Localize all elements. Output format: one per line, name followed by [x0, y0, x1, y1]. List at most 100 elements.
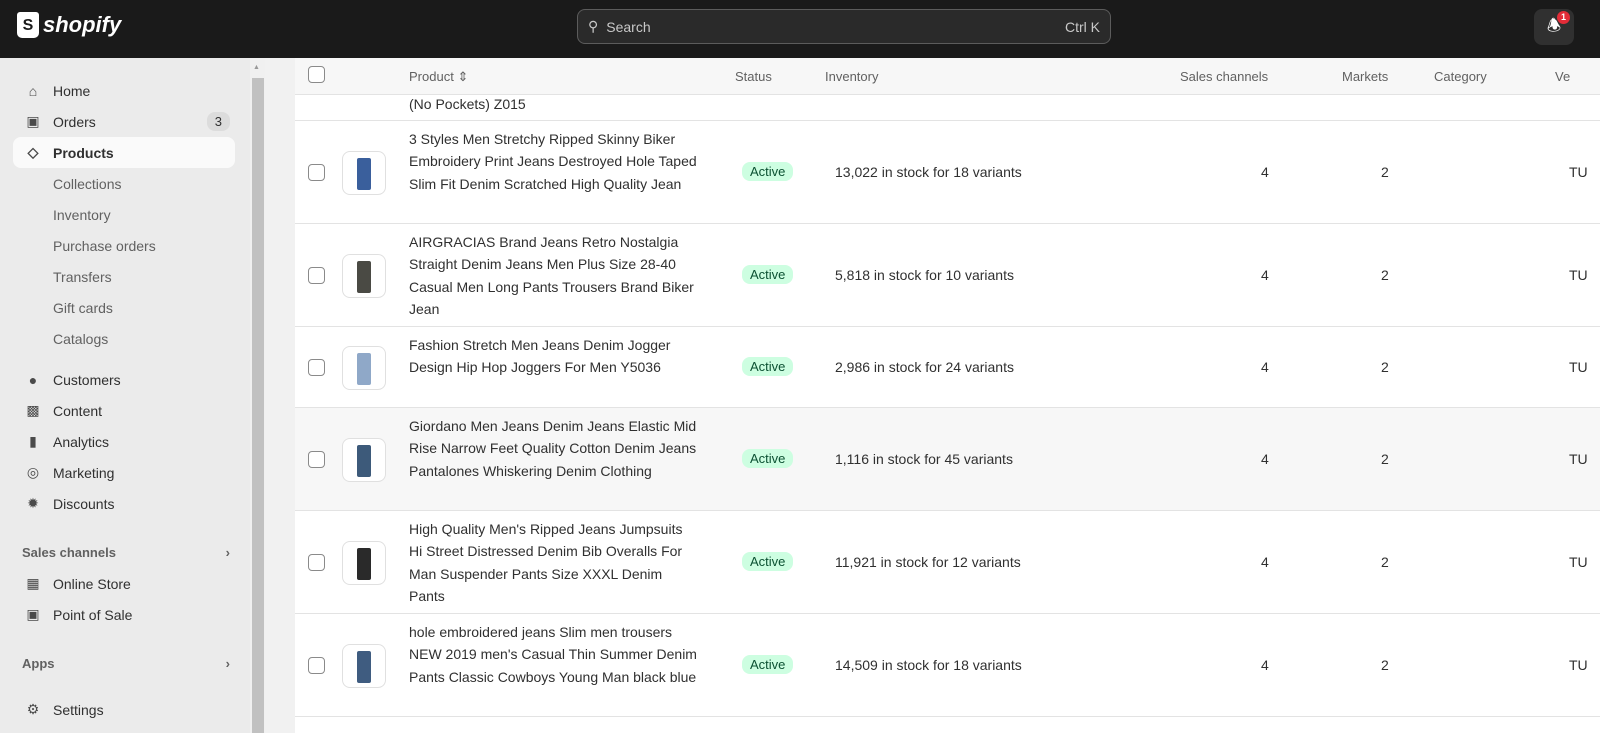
- status-badge: Active: [742, 448, 794, 468]
- gear-icon: ⚙: [26, 701, 40, 717]
- sales-channels-section[interactable]: Sales channels ›: [22, 545, 230, 560]
- sidebar-item-catalogs[interactable]: Catalogs: [13, 323, 235, 354]
- vendor: TU: [1569, 358, 1588, 375]
- label: Apps: [22, 656, 55, 671]
- row-checkbox[interactable]: [308, 266, 325, 284]
- label: Marketing: [53, 464, 115, 481]
- table-row[interactable]: hole embroidered jeans Slim men trousers…: [295, 614, 1600, 717]
- sidebar-item-collections[interactable]: Collections: [13, 168, 235, 199]
- product-name[interactable]: AIRGRACIAS Brand Jeans Retro Nostalgia S…: [409, 231, 699, 321]
- label: Product: [409, 69, 454, 84]
- markets-count: 2: [1381, 450, 1389, 467]
- column-vendor[interactable]: Ve: [1555, 69, 1570, 84]
- vendor: TU: [1569, 450, 1588, 467]
- product-name[interactable]: 3 Styles Men Stretchy Ripped Skinny Bike…: [409, 128, 699, 196]
- chevron-right-icon: ›: [225, 545, 230, 560]
- vendor: TU: [1569, 553, 1588, 570]
- sales-channels-count: 4: [1261, 163, 1269, 180]
- status-badge: Active: [742, 551, 794, 571]
- discount-icon: ✹: [27, 495, 39, 511]
- column-category[interactable]: Category: [1434, 69, 1487, 84]
- table-row[interactable]: AIRGRACIAS Brand Jeans Retro Nostalgia S…: [295, 224, 1600, 327]
- bar-chart-icon: ▮: [29, 433, 37, 449]
- inventory-text: 11,921 in stock for 12 variants: [835, 553, 1021, 570]
- select-all-checkbox[interactable]: [308, 66, 325, 83]
- jeans-image: [357, 352, 371, 385]
- product-name[interactable]: Fashion Stretch Men Jeans Denim Jogger D…: [409, 334, 699, 379]
- status-badge: Active: [742, 356, 794, 376]
- column-inventory[interactable]: Inventory: [825, 69, 878, 84]
- sales-channels-count: 4: [1261, 656, 1269, 673]
- row-checkbox[interactable]: [308, 358, 325, 376]
- sidebar-item-content[interactable]: ▩ Content: [13, 395, 235, 426]
- status-badge: Active: [742, 161, 794, 181]
- sidebar-item-settings[interactable]: ⚙ Settings: [13, 694, 235, 725]
- sidebar-item-gift-cards[interactable]: Gift cards: [13, 292, 235, 323]
- pos-icon: ▣: [26, 606, 40, 622]
- sidebar-item-discounts[interactable]: ✹ Discounts: [13, 488, 235, 519]
- product-name[interactable]: Giordano Men Jeans Denim Jeans Elastic M…: [409, 415, 699, 483]
- sidebar-item-purchase-orders[interactable]: Purchase orders: [13, 230, 235, 261]
- sidebar-item-marketing[interactable]: ◎ Marketing: [13, 457, 235, 488]
- product-thumbnail[interactable]: [342, 540, 386, 585]
- product-name[interactable]: hole embroidered jeans Slim men trousers…: [409, 621, 699, 689]
- search-icon: ⚲: [588, 18, 599, 34]
- apps-section[interactable]: Apps ›: [22, 656, 230, 671]
- sidebar-item-home[interactable]: ⌂ Home: [13, 75, 235, 106]
- product-thumbnail[interactable]: [342, 643, 386, 688]
- inventory-text: 2,986 in stock for 24 variants: [835, 358, 1014, 375]
- column-sales-channels[interactable]: Sales channels: [1180, 69, 1268, 84]
- column-product[interactable]: Product ⇕: [409, 69, 468, 85]
- label: Online Store: [53, 575, 131, 592]
- sales-channels-count: 4: [1261, 450, 1269, 467]
- search-input[interactable]: ⚲ Search Ctrl K: [577, 9, 1111, 44]
- row-checkbox[interactable]: [308, 450, 325, 468]
- inbox-icon: ▣: [26, 113, 40, 129]
- sidebar-item-customers[interactable]: ● Customers: [13, 364, 235, 395]
- product-thumbnail[interactable]: [342, 253, 386, 298]
- table-row-partial[interactable]: (No Pockets) Z015: [295, 95, 1600, 121]
- inventory-text: 1,116 in stock for 45 variants: [835, 450, 1013, 467]
- sidebar-scrollbar[interactable]: ▲: [250, 58, 265, 733]
- product-thumbnail[interactable]: [342, 150, 386, 195]
- shopify-logo[interactable]: Sshopify: [17, 12, 121, 38]
- sidebar: ⌂ Home ▣ Orders 3 ◇ Products Collections Inv…: [0, 58, 250, 733]
- column-markets[interactable]: Markets: [1342, 69, 1388, 84]
- sidebar-item-point-of-sale[interactable]: ▣ Point of Sale: [13, 599, 235, 630]
- sidebar-item-orders[interactable]: ▣ Orders 3: [13, 106, 235, 137]
- vendor: TU: [1569, 266, 1588, 283]
- jeans-image: [357, 444, 371, 477]
- sidebar-item-inventory[interactable]: Inventory: [13, 199, 235, 230]
- product-thumbnail[interactable]: [342, 437, 386, 482]
- notifications-button[interactable]: 🕭 1: [1534, 9, 1574, 45]
- product-name[interactable]: High Quality Men's Ripped Jeans Jumpsuit…: [409, 518, 699, 608]
- row-checkbox[interactable]: [308, 163, 325, 181]
- table-row[interactable]: Fashion Stretch Men Jeans Denim Jogger D…: [295, 327, 1600, 408]
- row-checkbox[interactable]: [308, 656, 325, 674]
- product-name: (No Pockets) Z015: [409, 96, 526, 112]
- scrollbar-thumb[interactable]: [252, 78, 264, 733]
- jeans-image: [357, 260, 371, 293]
- row-checkbox[interactable]: [308, 553, 325, 571]
- column-status[interactable]: Status: [735, 69, 772, 84]
- status-badge: Active: [742, 264, 794, 284]
- sidebar-item-transfers[interactable]: Transfers: [13, 261, 235, 292]
- products-table: Product ⇕ Status Inventory Sales channel…: [295, 58, 1600, 733]
- person-icon: ●: [28, 371, 38, 388]
- status-badge: Active: [742, 654, 794, 674]
- sidebar-item-online-store[interactable]: ▦ Online Store: [13, 568, 235, 599]
- table-header: Product ⇕ Status Inventory Sales channel…: [295, 58, 1600, 95]
- table-row[interactable]: High Quality Men's Ripped Jeans Jumpsuit…: [295, 511, 1600, 614]
- sidebar-item-analytics[interactable]: ▮ Analytics: [13, 426, 235, 457]
- orders-count-badge: 3: [206, 112, 230, 131]
- label: Home: [53, 82, 91, 99]
- notification-badge: 1: [1557, 11, 1570, 24]
- sidebar-item-products[interactable]: ◇ Products: [13, 137, 235, 168]
- chevron-right-icon: ›: [225, 656, 230, 671]
- label: Customers: [53, 371, 121, 388]
- label: Content: [53, 402, 103, 419]
- scroll-up-arrow-icon[interactable]: ▲: [253, 64, 260, 71]
- product-thumbnail[interactable]: [342, 345, 386, 390]
- table-row[interactable]: 3 Styles Men Stretchy Ripped Skinny Bike…: [295, 121, 1600, 224]
- table-row[interactable]: Giordano Men Jeans Denim Jeans Elastic M…: [295, 408, 1600, 511]
